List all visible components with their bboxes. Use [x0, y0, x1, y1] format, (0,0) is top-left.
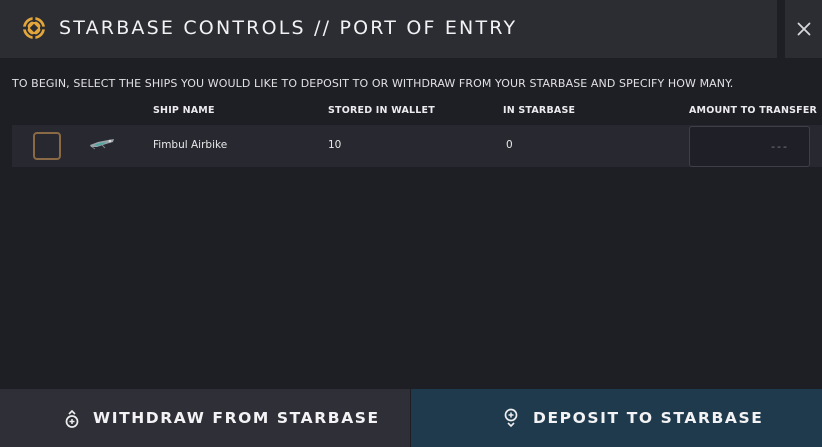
- withdraw-icon: [65, 409, 79, 428]
- column-header-amount-to-transfer: AMOUNT TO TRANSFER: [689, 105, 818, 116]
- close-button[interactable]: [785, 0, 822, 58]
- starbase-emblem-icon: [23, 17, 45, 39]
- deposit-button-label: DEPOSIT TO STARBASE: [533, 409, 764, 427]
- modal-header: STARBASE CONTROLS // PORT OF ENTRY: [0, 0, 777, 58]
- column-header-ship-name: SHIP NAME: [153, 105, 215, 116]
- ship-select-checkbox[interactable]: [33, 132, 61, 160]
- deposit-icon: [504, 408, 518, 428]
- in-starbase-value: 0: [506, 139, 513, 151]
- ship-name: Fimbul Airbike: [153, 139, 228, 151]
- airbike-ship-icon: [90, 139, 114, 150]
- modal-title: STARBASE CONTROLS // PORT OF ENTRY: [59, 17, 518, 39]
- column-header-stored-in-wallet: STORED IN WALLET: [328, 105, 435, 116]
- column-header-in-starbase: IN STARBASE: [503, 105, 576, 116]
- deposit-button[interactable]: DEPOSIT TO STARBASE: [411, 389, 822, 447]
- instructions-text: TO BEGIN, SELECT THE SHIPS YOU WOULD LIK…: [12, 77, 734, 90]
- withdraw-button[interactable]: WITHDRAW FROM STARBASE: [0, 389, 410, 447]
- stored-in-wallet-value: 10: [328, 139, 342, 151]
- amount-to-transfer-input[interactable]: [689, 126, 810, 167]
- withdraw-button-label: WITHDRAW FROM STARBASE: [93, 409, 380, 427]
- close-icon: [797, 22, 810, 36]
